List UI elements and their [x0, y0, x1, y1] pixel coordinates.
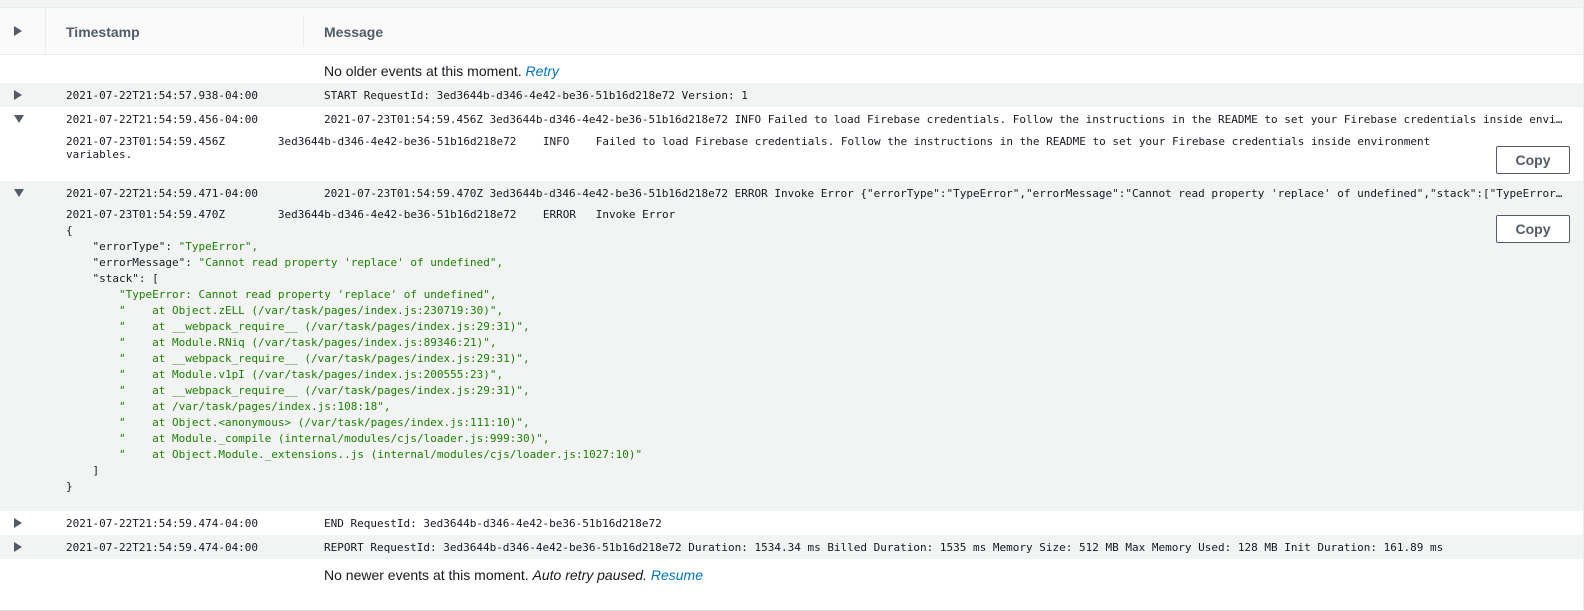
stack-line: " at __webpack_require__ (/var/task/page… [66, 384, 530, 397]
event-message: START RequestId: 3ed3644b-d346-4e42-be36… [324, 89, 748, 102]
stack-line: " at /var/task/pages/index.js:108:18", [66, 400, 391, 413]
column-divider[interactable] [303, 16, 304, 46]
stack-line: " at Object.zELL (/var/task/pages/index.… [66, 304, 504, 317]
copy-button[interactable]: Copy [1496, 146, 1570, 174]
event-message: REPORT RequestId: 3ed3644b-d346-4e42-be3… [324, 541, 1444, 554]
resume-link[interactable]: Resume [651, 567, 703, 583]
log-event-row[interactable]: 2021-07-22T21:54:59.474-04:00 REPORT Req… [0, 535, 1583, 559]
stack-line: " at __webpack_require__ (/var/task/page… [66, 352, 530, 365]
event-detail-info: 2021-07-23T01:54:59.456Z 3ed3644b-d346-4… [0, 131, 1583, 181]
collapse-row-icon[interactable] [14, 189, 24, 197]
log-event-row[interactable]: 2021-07-22T21:54:59.474-04:00 END Reques… [0, 511, 1583, 535]
stack-line: " at __webpack_require__ (/var/task/page… [66, 320, 530, 333]
expand-row-icon[interactable] [14, 542, 22, 552]
log-events-panel: Timestamp Message No older events at thi… [0, 0, 1584, 611]
retry-link[interactable]: Retry [526, 63, 559, 79]
json-key: "errorMessage": [66, 256, 199, 269]
event-message: 2021-07-23T01:54:59.470Z 3ed3644b-d346-4… [324, 187, 1565, 200]
json-brace: } [66, 480, 73, 493]
newer-events-text: No newer events at this moment. [324, 567, 533, 583]
message-column-header[interactable]: Message [324, 24, 383, 40]
table-header: Timestamp Message [0, 8, 1583, 55]
stack-line: " at Module.RNiq (/var/task/pages/index.… [66, 336, 497, 349]
event-timestamp: 2021-07-22T21:54:57.938-04:00 [66, 89, 259, 102]
event-message: END RequestId: 3ed3644b-d346-4e42-be36-5… [324, 517, 662, 530]
json-key: "errorType": [66, 240, 179, 253]
event-timestamp: 2021-07-22T21:54:59.471-04:00 [66, 187, 259, 200]
collapse-row-icon[interactable] [14, 115, 24, 123]
stack-line: " at Module.v1pI (/var/task/pages/index.… [66, 368, 504, 381]
top-strip [0, 0, 1583, 8]
log-event-row[interactable]: 2021-07-22T21:54:57.938-04:00 START Requ… [0, 83, 1583, 107]
event-timestamp: 2021-07-22T21:54:59.474-04:00 [66, 541, 259, 554]
timestamp-column-header[interactable]: Timestamp [66, 24, 140, 40]
expand-all-cell[interactable] [0, 8, 46, 54]
log-event-row[interactable]: 2021-07-22T21:54:59.456-04:00 2021-07-23… [0, 107, 1583, 131]
json-value: "Cannot read property 'replace' of undef… [198, 256, 504, 269]
json-brace: { [66, 224, 73, 237]
auto-retry-paused-text: Auto retry paused. [532, 567, 647, 583]
detail-head: 2021-07-23T01:54:59.470Z 3ed3644b-d346-4… [66, 208, 682, 221]
older-events-notice: No older events at this moment. Retry [0, 55, 1583, 83]
event-detail-error: 2021-07-23T01:54:59.470Z 3ed3644b-d346-4… [0, 205, 1583, 511]
detail-line: variables. [66, 148, 133, 161]
stack-line: " at Object.<anonymous> (/var/task/pages… [66, 416, 530, 429]
expand-all-icon[interactable] [14, 26, 22, 36]
copy-button[interactable]: Copy [1496, 215, 1570, 243]
json-value: "TypeError", [178, 240, 259, 253]
log-event-row[interactable]: 2021-07-22T21:54:59.471-04:00 2021-07-23… [0, 181, 1583, 205]
json-key: "stack": [ [66, 272, 159, 285]
stack-line: " at Object.Module._extensions..js (inte… [66, 448, 643, 461]
event-timestamp: 2021-07-22T21:54:59.474-04:00 [66, 517, 259, 530]
expand-row-icon[interactable] [14, 90, 22, 100]
stack-line: " at Module._compile (internal/modules/c… [66, 432, 550, 445]
stack-line: "TypeError: Cannot read property 'replac… [66, 288, 497, 301]
older-events-text: No older events at this moment. [324, 63, 526, 79]
json-bracket: ] [66, 464, 100, 477]
event-timestamp: 2021-07-22T21:54:59.456-04:00 [66, 113, 259, 126]
expand-row-icon[interactable] [14, 518, 22, 528]
newer-events-notice: No newer events at this moment. Auto ret… [0, 559, 1583, 587]
event-message: 2021-07-23T01:54:59.456Z 3ed3644b-d346-4… [324, 113, 1565, 126]
detail-line: 2021-07-23T01:54:59.456Z 3ed3644b-d346-4… [66, 135, 1431, 148]
